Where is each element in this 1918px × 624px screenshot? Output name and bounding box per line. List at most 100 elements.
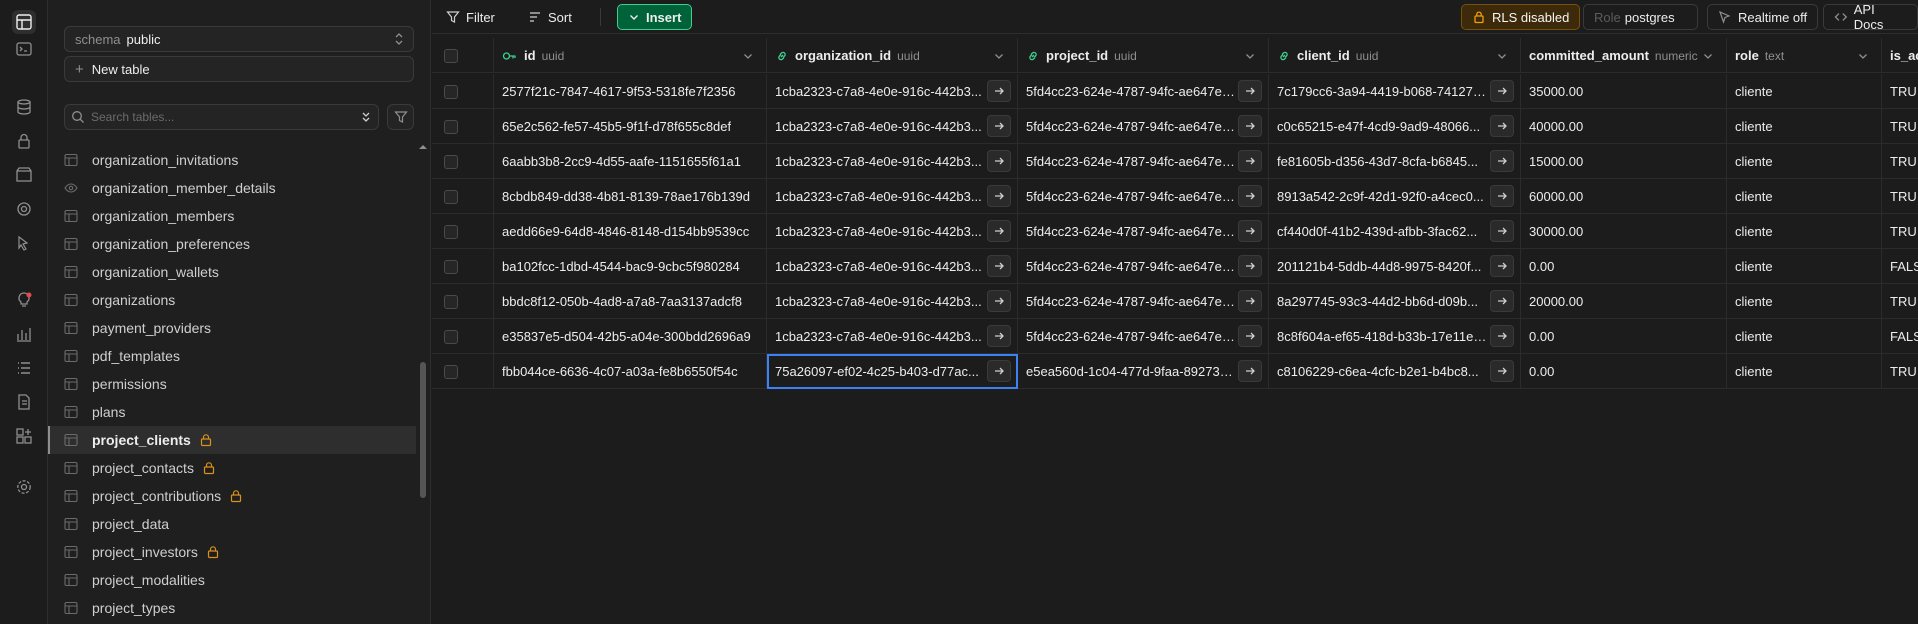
fk-open-button[interactable] <box>1238 115 1262 137</box>
table-row[interactable]: 2577f21c-7847-4617-9f53-5318fe7f2356 1cba… <box>432 74 1918 109</box>
grid-cell[interactable]: aedd66e9-64d8-4846-8148-d154bb9539cc <box>494 214 767 249</box>
filter-tables-button[interactable] <box>387 104 414 130</box>
grid-cell[interactable]: 40000.00 <box>1521 109 1727 144</box>
sidebar-table-item[interactable]: project_modalities <box>48 566 416 594</box>
sql-editor-nav[interactable] <box>12 37 36 61</box>
table-row[interactable]: 8cbdb849-dd38-4b81-8139-78ae176b139d 1cba… <box>432 179 1918 214</box>
grid-cell[interactable]: c0c65215-e47f-4cd9-9ad9-48066... <box>1269 109 1521 144</box>
grid-cell[interactable]: TRU <box>1882 214 1918 249</box>
grid-cell[interactable]: 75a26097-ef02-4c25-b403-d77ac... <box>767 354 1018 389</box>
grid-cell[interactable]: 8c8f604a-ef65-418d-b33b-17e11ef... <box>1269 319 1521 354</box>
chevron-down-icon[interactable] <box>1244 50 1256 62</box>
grid-cell[interactable]: bbdc8f12-050b-4ad8-a7a8-7aa3137adcf8 <box>494 284 767 319</box>
reports-nav[interactable] <box>12 322 36 346</box>
fk-open-button[interactable] <box>1490 185 1514 207</box>
table-row[interactable]: 65e2c562-fe57-45b5-9f1f-d78f655c8def 1cba… <box>432 109 1918 144</box>
grid-cell[interactable]: cliente <box>1727 214 1882 249</box>
fk-open-button[interactable] <box>1238 290 1262 312</box>
chevron-down-icon[interactable] <box>1496 50 1508 62</box>
sidebar-table-item[interactable]: organization_invitations <box>48 146 416 174</box>
sidebar-table-item[interactable]: plans <box>48 398 416 426</box>
column-header[interactable]: committed_amount numeric <box>1521 38 1727 73</box>
column-header[interactable]: client_id uuid <box>1269 38 1521 73</box>
fk-open-button[interactable] <box>1490 360 1514 382</box>
grid-cell[interactable]: TRU <box>1882 284 1918 319</box>
sidebar-table-item[interactable]: project_contributions <box>48 482 416 510</box>
grid-cell[interactable]: 60000.00 <box>1521 179 1727 214</box>
sidebar-table-item[interactable]: project_contacts <box>48 454 416 482</box>
fk-open-button[interactable] <box>1490 150 1514 172</box>
grid-cell[interactable]: 8a297745-93c3-44d2-bb6d-d09b... <box>1269 284 1521 319</box>
grid-cell[interactable]: c8106229-c6ea-4cfc-b2e1-b4bc8... <box>1269 354 1521 389</box>
grid-cell[interactable]: 65e2c562-fe57-45b5-9f1f-d78f655c8def <box>494 109 767 144</box>
grid-cell[interactable]: cliente <box>1727 144 1882 179</box>
fk-open-button[interactable] <box>1490 115 1514 137</box>
fk-open-button[interactable] <box>987 325 1011 347</box>
grid-cell[interactable]: FALS <box>1882 319 1918 354</box>
grid-cell[interactable]: e5ea560d-1c04-477d-9faa-89273dd34... <box>1018 354 1269 389</box>
fk-open-button[interactable] <box>1490 80 1514 102</box>
sidebar-table-item[interactable]: pdf_templates <box>48 342 416 370</box>
api-docs-button[interactable]: API Docs <box>1823 2 1918 32</box>
sidebar-scrollbar-thumb[interactable] <box>420 362 426 498</box>
grid-cell[interactable]: 5fd4cc23-624e-4787-94fc-ae647edc2344 <box>1018 74 1269 109</box>
chevron-down-icon[interactable] <box>1857 50 1869 62</box>
grid-cell[interactable]: 35000.00 <box>1521 74 1727 109</box>
fk-open-button[interactable] <box>987 255 1011 277</box>
fk-open-button[interactable] <box>987 150 1011 172</box>
grid-cell[interactable]: cliente <box>1727 284 1882 319</box>
grid-cell[interactable]: 1cba2323-c7a8-4e0e-916c-442b3... <box>767 144 1018 179</box>
edge-functions-nav[interactable] <box>12 231 36 255</box>
storage-nav[interactable] <box>12 163 36 187</box>
grid-cell[interactable]: 30000.00 <box>1521 214 1727 249</box>
fk-open-button[interactable] <box>987 115 1011 137</box>
grid-cell[interactable]: FALS <box>1882 249 1918 284</box>
fk-open-button[interactable] <box>987 290 1011 312</box>
fk-open-button[interactable] <box>1238 255 1262 277</box>
grid-cell[interactable]: cliente <box>1727 109 1882 144</box>
sidebar-table-item[interactable]: payment_providers <box>48 314 416 342</box>
grid-cell[interactable]: 7c179cc6-3a94-4419-b068-741275... <box>1269 74 1521 109</box>
row-checkbox[interactable] <box>444 259 458 274</box>
role-selector[interactable]: Role postgres <box>1583 4 1698 30</box>
table-row[interactable]: aedd66e9-64d8-4846-8148-d154bb9539cc 1cba… <box>432 214 1918 249</box>
grid-cell[interactable]: 15000.00 <box>1521 144 1727 179</box>
grid-cell[interactable]: 1cba2323-c7a8-4e0e-916c-442b3... <box>767 284 1018 319</box>
grid-cell[interactable]: 5fd4cc23-624e-4787-94fc-ae647edc2344 <box>1018 249 1269 284</box>
chevron-down-icon[interactable] <box>1702 50 1714 62</box>
sidebar-table-item[interactable]: organization_member_details <box>48 174 416 202</box>
grid-cell[interactable]: ba102fcc-1dbd-4544-bac9-9cbc5f980284 <box>494 249 767 284</box>
sidebar-table-item[interactable]: project_types <box>48 594 416 622</box>
grid-cell[interactable]: 1cba2323-c7a8-4e0e-916c-442b3... <box>767 74 1018 109</box>
grid-cell[interactable]: TRU <box>1882 144 1918 179</box>
grid-cell[interactable]: 6aabb3b8-2cc9-4d55-aafe-1151655f61a1 <box>494 144 767 179</box>
logs-nav[interactable] <box>12 356 36 380</box>
grid-cell[interactable]: TRU <box>1882 354 1918 389</box>
column-header[interactable]: project_id uuid <box>1018 38 1269 73</box>
grid-cell[interactable]: 1cba2323-c7a8-4e0e-916c-442b3... <box>767 179 1018 214</box>
select-all-checkbox[interactable] <box>444 48 458 63</box>
grid-cell[interactable]: cliente <box>1727 249 1882 284</box>
fk-open-button[interactable] <box>1238 185 1262 207</box>
table-editor-nav[interactable] <box>12 10 36 34</box>
grid-cell[interactable]: 1cba2323-c7a8-4e0e-916c-442b3... <box>767 214 1018 249</box>
fk-open-button[interactable] <box>1490 255 1514 277</box>
schema-selector[interactable]: schema public <box>64 26 414 52</box>
fk-open-button[interactable] <box>987 360 1011 382</box>
fk-open-button[interactable] <box>1238 150 1262 172</box>
row-checkbox[interactable] <box>444 329 458 344</box>
insert-button[interactable]: Insert <box>617 4 693 30</box>
grid-cell[interactable]: TRU <box>1882 179 1918 214</box>
settings-nav[interactable] <box>12 475 36 499</box>
sidebar-table-item[interactable]: project_investors <box>48 538 416 566</box>
grid-cell[interactable]: 201121b4-5ddb-44d8-9975-8420f... <box>1269 249 1521 284</box>
grid-cell[interactable]: cliente <box>1727 179 1882 214</box>
grid-cell[interactable]: 1cba2323-c7a8-4e0e-916c-442b3... <box>767 249 1018 284</box>
grid-cell[interactable]: 8913a542-2c9f-42d1-92f0-a4cec0... <box>1269 179 1521 214</box>
chevrons-down-icon[interactable] <box>360 110 372 124</box>
fk-open-button[interactable] <box>987 80 1011 102</box>
sidebar-table-item[interactable]: organization_wallets <box>48 258 416 286</box>
grid-cell[interactable]: cf440d0f-41b2-439d-afbb-3fac62... <box>1269 214 1521 249</box>
sidebar-table-item[interactable]: organization_members <box>48 202 416 230</box>
fk-open-button[interactable] <box>1238 220 1262 242</box>
